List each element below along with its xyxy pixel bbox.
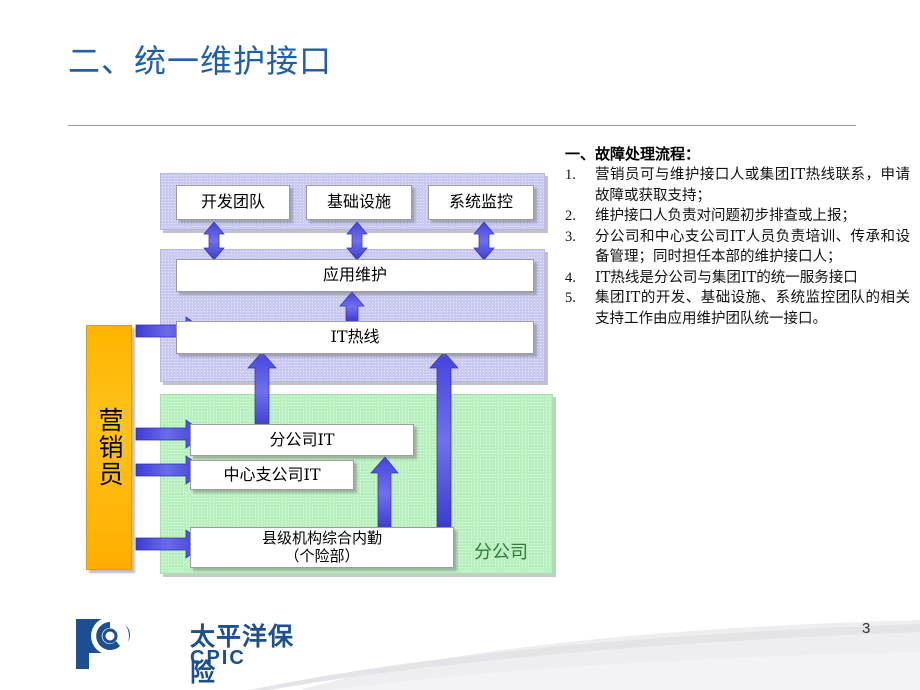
- slide-root: 二、统一维护接口 营销员 开发团队 基础设施 系统监控 应用维护 IT热线 分公…: [0, 0, 920, 690]
- arrow-branchit-to-hotline: [247, 351, 277, 431]
- actor-marketer-label: 营销员: [95, 407, 124, 488]
- list-item-number: 1.: [565, 167, 576, 183]
- list-item: 1. 营销员可与维护接口人或集团IT热线联系，申请故障或获取支持；: [565, 165, 910, 206]
- box-branch-it[interactable]: 分公司IT: [190, 424, 414, 456]
- diagram-arrows: [135, 221, 495, 559]
- list-item-text: IT热线是分公司与集团IT的统一服务接口: [595, 269, 858, 286]
- list-item-text: 分公司和中心支公司IT人员负责培训、传承和设备管理；同时担任本部的维护接口人；: [595, 228, 910, 266]
- box-it-hotline[interactable]: IT热线: [176, 321, 534, 354]
- branch-company-label: 分公司: [474, 538, 528, 564]
- box-dev-team[interactable]: 开发团队: [176, 185, 290, 220]
- list-item-number: 5.: [565, 290, 576, 306]
- box-infrastructure[interactable]: 基础设施: [306, 185, 412, 220]
- box-it-hotline-label: IT热线: [330, 327, 380, 347]
- arrow-monitor-to-appmaint: [473, 221, 495, 261]
- list-item-text: 维护接口人负责对问题初步排查或上报；: [595, 208, 856, 224]
- list-item-number: 4.: [565, 269, 576, 286]
- box-branch-it-label: 分公司IT: [269, 429, 335, 449]
- list-item: 4. IT热线是分公司与集团IT的统一服务接口: [565, 268, 910, 289]
- box-center-branch-it-label: 中心支公司IT: [223, 464, 321, 484]
- cpic-logo-mark: [76, 617, 130, 669]
- box-county-office-label: 县级机构综合内勤 （个险部）: [261, 529, 382, 565]
- box-system-monitoring[interactable]: 系统监控: [428, 185, 534, 220]
- list-item-text: 集团IT的开发、基础设施、系统监控团队的相关支持工作由应用维护团队统一接口。: [595, 290, 910, 327]
- arrow-hotline-to-appmaint: [339, 291, 365, 323]
- page-number: 3: [862, 620, 871, 637]
- arrow-county-to-hotline: [429, 351, 459, 531]
- list-item-number: 2.: [565, 208, 576, 224]
- list-item-number: 3.: [565, 228, 576, 245]
- box-system-monitoring-label: 系统监控: [448, 192, 513, 212]
- box-infrastructure-label: 基础设施: [326, 192, 391, 212]
- cpic-logo: 太平洋保险 CPIC: [70, 615, 300, 687]
- list-item: 5. 集团IT的开发、基础设施、系统监控团队的相关支持工作由应用维护团队统一接口…: [565, 288, 910, 329]
- list-item: 2. 维护接口人负责对问题初步排查或上报；: [565, 206, 910, 227]
- arrow-county-to-branchit: [370, 456, 399, 531]
- box-app-maintenance[interactable]: 应用维护: [176, 259, 534, 292]
- arrow-infra-to-appmaint: [346, 221, 368, 261]
- arrow-dev-to-appmaint: [203, 221, 225, 261]
- list-item: 3. 分公司和中心支公司IT人员负责培训、传承和设备管理；同时担任本部的维护接口…: [565, 227, 910, 268]
- actor-marketer[interactable]: 营销员: [86, 325, 132, 570]
- logo-company-name-en: CPIC: [190, 647, 246, 669]
- box-county-office[interactable]: 县级机构综合内勤 （个险部）: [190, 527, 454, 568]
- box-center-branch-it[interactable]: 中心支公司IT: [190, 460, 354, 490]
- box-dev-team-label: 开发团队: [200, 192, 265, 212]
- list-item-text: 营销员可与维护接口人或集团IT热线联系，申请故障或获取支持；: [595, 167, 910, 204]
- notes-heading: 一、故障处理流程：: [565, 145, 701, 163]
- notes-list: 1. 营销员可与维护接口人或集团IT热线联系，申请故障或获取支持； 2. 维护接…: [565, 165, 910, 329]
- maintenance-interface-diagram: 营销员 开发团队 基础设施 系统监控 应用维护 IT热线 分公司IT 中心支公司…: [0, 0, 560, 600]
- branch-company-label-text: 分公司: [474, 542, 528, 563]
- notes-panel: 一、故障处理流程： 1. 营销员可与维护接口人或集团IT热线联系，申请故障或获取…: [565, 144, 910, 329]
- box-app-maintenance-label: 应用维护: [322, 265, 387, 285]
